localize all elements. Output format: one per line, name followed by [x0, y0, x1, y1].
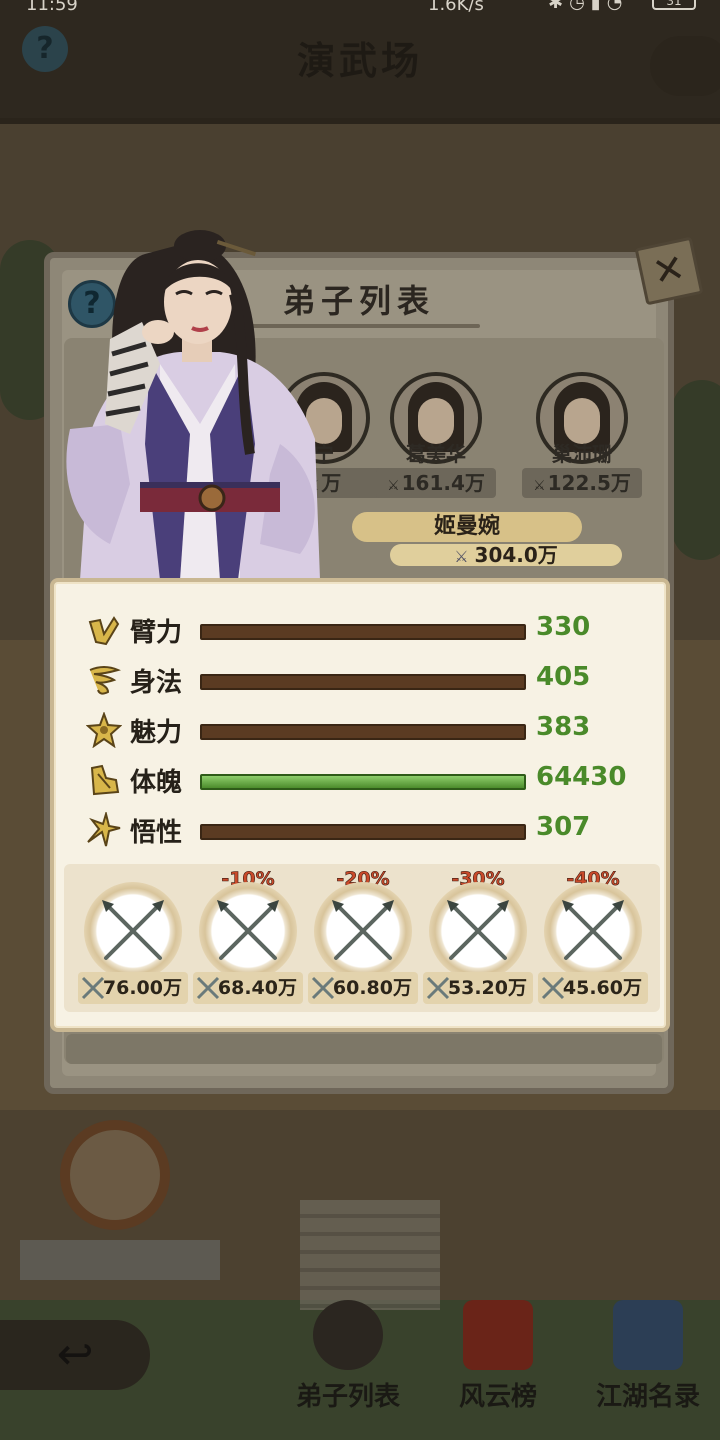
- swords-icon: [196, 976, 220, 1000]
- swords-icon: ⚔: [387, 478, 400, 494]
- scene-drum: [60, 1120, 170, 1230]
- stat-row-agility: 身法 405: [54, 660, 674, 700]
- weapon-ring: [314, 882, 412, 980]
- status-bar: 11:59 1.6K/s ✱◷▮◔ 31: [0, 0, 720, 22]
- stat-value: 330: [536, 612, 591, 642]
- disciple-power: ⚔ 161.4万: [376, 468, 496, 498]
- weapon-damage: 68.40万: [193, 972, 303, 1004]
- stat-bar: [200, 724, 526, 740]
- weapon-ring: [199, 882, 297, 980]
- list-footer: [66, 1034, 662, 1064]
- scene-stairs: [300, 1200, 440, 1310]
- weapon-slot[interactable]: -10% 68.40万: [193, 868, 303, 1010]
- weapon-slot[interactable]: -20% 60.80万: [308, 868, 418, 1010]
- ranking-scroll-icon: [463, 1300, 533, 1370]
- status-icons: ✱◷▮◔: [548, 0, 629, 13]
- stat-name: 魅力: [130, 718, 183, 748]
- disciple-power: ⚔ 122.5万: [522, 468, 642, 498]
- disciple-name: 巢沛珊: [552, 442, 612, 466]
- stat-bar: [200, 624, 526, 640]
- scene-roofline: [0, 118, 720, 124]
- stats-card: 臂力 330 身法 405 魅力 383 体魄 64430 悟性 307 76.…: [50, 578, 670, 1032]
- stat-value: 307: [536, 812, 591, 842]
- star-flower-charm-icon: [86, 712, 122, 748]
- weapon-ring: [544, 882, 642, 980]
- whirlwind-agility-icon: [89, 666, 121, 695]
- swords-icon: [81, 976, 105, 1000]
- scene-title: 演武场: [296, 38, 423, 83]
- stat-bar: [200, 674, 526, 690]
- sparkle-comprehension-icon: [87, 812, 121, 847]
- stat-name: 体魄: [130, 768, 183, 798]
- stat-name: 悟性: [130, 818, 183, 848]
- weapon-ring: [429, 882, 527, 980]
- selected-disciple-power: ⚔ 304.0万: [390, 544, 622, 566]
- weapon-ring: [84, 882, 182, 980]
- constitution-icon: [90, 764, 120, 796]
- stat-bar: [200, 774, 526, 790]
- crossed-spears-icon: [217, 900, 279, 960]
- weapon-slot[interactable]: 76.00万: [78, 870, 188, 1010]
- book-icon: [613, 1300, 683, 1370]
- arm-strength-icon: [88, 616, 120, 646]
- nav-label: 弟子列表: [295, 1382, 400, 1412]
- crossed-spears-icon: [447, 900, 509, 960]
- crossed-spears-icon: [102, 900, 164, 960]
- disciple-avatar-icon: [313, 1300, 383, 1370]
- stat-bar: [200, 824, 526, 840]
- weapon-slot[interactable]: -30% 53.20万: [423, 868, 533, 1010]
- scene-close-button[interactable]: [650, 36, 720, 96]
- nav-item-disciples[interactable]: 弟子列表: [278, 1300, 418, 1420]
- disciple-name: 葛美华: [406, 442, 466, 466]
- character-portrait: [66, 230, 320, 580]
- scene-tree: [672, 380, 720, 560]
- nav-label: 江湖名录: [595, 1382, 700, 1412]
- weapon-damage: 60.80万: [308, 972, 418, 1004]
- stat-row-comprehension: 悟性 307: [54, 810, 674, 850]
- crossed-spears-icon: [332, 900, 394, 960]
- weapon-slot[interactable]: -40% 45.60万: [538, 868, 648, 1010]
- swords-icon: [541, 976, 565, 1000]
- status-time: 11:59: [26, 0, 78, 15]
- weapon-damage: 76.00万: [78, 972, 188, 1004]
- stat-value: 383: [536, 712, 591, 742]
- stat-row-charm: 魅力 383: [54, 710, 674, 750]
- swords-icon: [426, 976, 450, 1000]
- stat-row-constitution: 体魄 64430: [54, 760, 674, 800]
- swords-icon: [311, 976, 335, 1000]
- weapon-damage: 45.60万: [538, 972, 648, 1004]
- swords-icon: ⚔: [454, 547, 469, 566]
- crossed-spears-icon: [562, 900, 624, 960]
- stat-value: 64430: [536, 762, 627, 792]
- back-button[interactable]: ↩: [0, 1320, 150, 1390]
- stat-name: 臂力: [130, 618, 183, 648]
- nav-item-ranking[interactable]: 风云榜: [428, 1300, 568, 1420]
- selected-disciple-name: 姬曼婉: [352, 512, 582, 542]
- stat-row-arm-strength: 臂力 330: [54, 610, 674, 650]
- swords-icon: ⚔: [533, 478, 546, 494]
- disciple-card[interactable]: 葛美华 ⚔ 161.4万: [376, 372, 496, 502]
- status-network-speed: 1.6K/s: [428, 0, 484, 15]
- battery-icon: 31: [652, 0, 696, 10]
- stat-name: 身法: [130, 668, 183, 698]
- disciple-card[interactable]: 巢沛珊 ⚔ 122.5万: [522, 372, 642, 502]
- nav-item-directory[interactable]: 江湖名录: [578, 1300, 718, 1420]
- stat-value: 405: [536, 662, 591, 692]
- weapon-damage: 53.20万: [423, 972, 533, 1004]
- weapon-slots: 76.00万 -10% 68.40万 -20% 60.80万 -30% 53.2…: [64, 864, 660, 1012]
- nav-label: 风云榜: [458, 1382, 537, 1412]
- panel-close-button[interactable]: ✕: [634, 236, 704, 306]
- scene-bench: [20, 1240, 220, 1280]
